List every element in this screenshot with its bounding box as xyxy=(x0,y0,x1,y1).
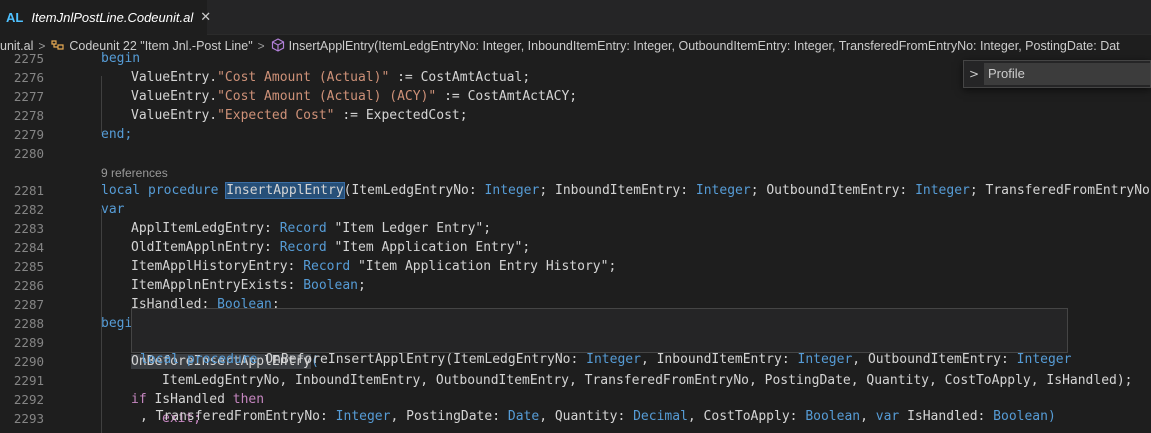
tab-title: ItemJnlPostLine.Codeunit.al xyxy=(31,10,194,25)
hover-tooltip: local procedure OnBeforeInsertApplEntry(… xyxy=(131,308,1071,424)
line-number: 2291 xyxy=(13,373,44,388)
code-text: ValueEntry."Cost Amount (Actual)" := Cos… xyxy=(131,70,531,85)
hover-signature-line: local procedure OnBeforeInsertApplEntry(… xyxy=(140,352,1072,367)
line-number: 2287 xyxy=(13,297,44,312)
line-number: 2284 xyxy=(13,240,44,255)
code-line: 2279 end; xyxy=(0,125,1151,144)
line-number: 2275 xyxy=(13,51,44,66)
line-number: 2289 xyxy=(13,335,44,350)
code-text: ApplItemLedgEntry: Record "Item Ledger E… xyxy=(131,221,492,236)
tab-bar: AL ItemJnlPostLine.Codeunit.al ✕ xyxy=(0,0,1151,35)
line-number: 2279 xyxy=(13,127,44,142)
code-line: 2286 ItemApplnEntryExists: Boolean; xyxy=(0,276,1151,295)
code-line: 2278 ValueEntry."Expected Cost" := Expect… xyxy=(0,106,1151,125)
line-number: 2278 xyxy=(13,108,44,123)
code-text: begi xyxy=(101,316,133,331)
code-line: 2277 ValueEntry."Cost Amount (Actual) (AC… xyxy=(0,87,1151,106)
line-number: 2283 xyxy=(13,221,44,236)
tab-itemjnlpostline[interactable]: AL ItemJnlPostLine.Codeunit.al ✕ xyxy=(0,0,211,35)
line-number: 2280 xyxy=(13,146,44,161)
code-text: end; xyxy=(101,127,133,142)
line-number: 2282 xyxy=(13,202,44,217)
hover-signature-line: , TransferedFromEntryNo: Integer, Postin… xyxy=(140,409,1056,424)
code-line: 2284 OldItemApplnEntry: Record "Item Appl… xyxy=(0,238,1151,257)
line-number: 2285 xyxy=(13,259,44,274)
code-line: 2280 xyxy=(0,144,1151,163)
profile-find-widget: > Profile xyxy=(963,60,1151,88)
code-line: 2281 local procedure InsertApplEntry(Item… xyxy=(0,181,1151,200)
chevron-right-icon[interactable]: > xyxy=(964,67,984,81)
code-text: OldItemApplnEntry: Record "Item Applicat… xyxy=(131,240,531,255)
code-text: begin xyxy=(101,51,141,66)
code-text: var xyxy=(101,202,125,217)
code-line: 2282 var xyxy=(0,200,1151,219)
al-file-icon: AL xyxy=(6,10,24,25)
line-number: 2276 xyxy=(13,70,44,85)
code-line: 2283 ApplItemLedgEntry: Record "Item Ledg… xyxy=(0,219,1151,238)
line-number: 2293 xyxy=(13,411,44,426)
code-line: 2285 ItemApplHistoryEntry: Record "Item A… xyxy=(0,257,1151,276)
line-number: 2277 xyxy=(13,89,44,104)
profile-input[interactable]: Profile xyxy=(984,63,1150,85)
line-number: 2290 xyxy=(13,354,44,369)
line-number: 2281 xyxy=(13,183,44,198)
close-icon[interactable]: ✕ xyxy=(200,10,211,25)
line-number: 2292 xyxy=(13,392,44,407)
code-text: ItemApplnEntryExists: Boolean; xyxy=(131,278,366,293)
code-text: ItemApplHistoryEntry: Record "Item Appli… xyxy=(131,259,617,274)
selected-symbol[interactable]: InsertApplEntry xyxy=(225,182,345,199)
code-text: ValueEntry."Cost Amount (Actual) (ACY)" … xyxy=(131,89,578,104)
line-number: 2286 xyxy=(13,278,44,293)
code-text: local procedure InsertApplEntry(ItemLedg… xyxy=(101,182,1151,199)
line-number: 2288 xyxy=(13,316,44,331)
code-text: ValueEntry."Expected Cost" := ExpectedCo… xyxy=(131,108,468,123)
